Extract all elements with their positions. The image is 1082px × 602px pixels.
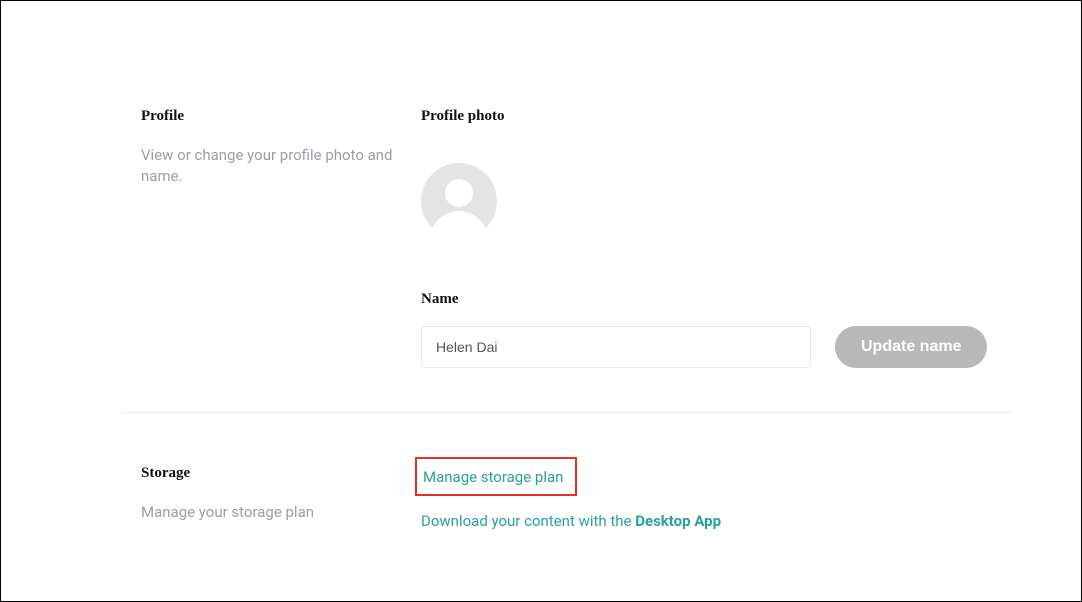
profile-section: Profile View or change your profile phot… (141, 108, 1011, 368)
storage-description: Manage your storage plan (141, 502, 421, 523)
download-prefix: Download your content with the (421, 512, 635, 530)
storage-section-left: Storage Manage your storage plan (141, 457, 421, 523)
profile-title: Profile (141, 108, 421, 125)
name-block: Name Update name (421, 291, 1011, 368)
storage-title: Storage (141, 465, 421, 482)
profile-section-left: Profile View or change your profile phot… (141, 108, 421, 187)
manage-storage-link[interactable]: Manage storage plan (423, 468, 563, 486)
profile-section-right: Profile photo Name Update name (421, 108, 1011, 368)
highlight-box: Manage storage plan (415, 457, 577, 496)
update-name-button[interactable]: Update name (835, 326, 987, 368)
storage-section-right: Manage storage plan Download your conten… (421, 457, 1011, 530)
storage-section: Storage Manage your storage plan Manage … (141, 457, 1011, 530)
avatar-icon[interactable] (421, 163, 497, 239)
name-row: Update name (421, 326, 1011, 368)
desktop-app-link[interactable]: Desktop App (635, 512, 721, 530)
profile-photo-label: Profile photo (421, 108, 1011, 125)
section-divider (121, 412, 1011, 413)
settings-container: Profile View or change your profile phot… (1, 1, 1081, 570)
profile-description: View or change your profile photo and na… (141, 145, 421, 187)
download-content-line: Download your content with the Desktop A… (421, 512, 1011, 530)
name-label: Name (421, 291, 1011, 308)
name-input[interactable] (421, 326, 811, 368)
